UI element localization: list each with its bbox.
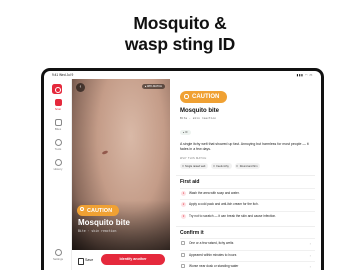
confirm-title: Confirm it xyxy=(180,229,204,236)
sidebar-item-label: Bites xyxy=(54,127,62,131)
headline-line-1: Mosquito & xyxy=(133,13,227,33)
chevron-right-icon: › xyxy=(309,252,311,258)
status-indicators: ▮▮▮ ◠ ▭ xyxy=(296,73,313,77)
tablet-device: 9:41 Wed Jul 9 ▮▮▮ ◠ ▭ Scan Bites Tools … xyxy=(41,68,324,270)
chevron-right-icon: › xyxy=(309,264,311,269)
sidebar-item-scan[interactable]: Scan xyxy=(47,99,69,111)
sidebar: Scan Bites Tools History Settings xyxy=(44,79,72,270)
bite-description: A single itchy welt that showed up fast.… xyxy=(180,142,309,151)
identify-another-button[interactable]: Identify another xyxy=(101,254,165,265)
caution-badge-large: CAUTION xyxy=(180,91,228,103)
id-chip: ● ID xyxy=(180,130,191,135)
sidebar-item-bites[interactable]: Bites xyxy=(47,119,69,131)
page-headline: Mosquito & wasp sting ID xyxy=(0,13,360,55)
checkbox-icon[interactable] xyxy=(181,252,185,257)
sidebar-item-settings[interactable]: Settings xyxy=(47,249,69,261)
bite-type: Bite · skin reaction xyxy=(180,116,217,120)
app-logo-icon[interactable] xyxy=(52,84,62,94)
sidebar-item-tools[interactable]: Tools xyxy=(47,139,69,151)
bite-photo: ‹ ● 98% MATCH CAUTION Mosquito bite Bite… xyxy=(72,79,170,270)
first-aid-section: First aid 1 Wash the area with soap and w… xyxy=(176,175,315,220)
scan-icon xyxy=(54,99,62,106)
chevron-right-icon: › xyxy=(309,241,311,246)
why-chip: Single raised welt xyxy=(180,163,209,169)
checkbox-icon[interactable] xyxy=(181,241,185,246)
first-aid-title: First aid xyxy=(180,179,200,185)
why-chips: Single raised welt Feels itchy Round and… xyxy=(180,163,315,169)
headline-line-2: wasp sting ID xyxy=(124,34,236,54)
photo-bite-name: Mosquito bite xyxy=(78,218,130,227)
save-button[interactable]: Save xyxy=(76,255,98,265)
bite-title: Mosquito bite xyxy=(180,108,219,114)
sidebar-item-label: Tools xyxy=(54,147,62,151)
clock-icon xyxy=(54,159,62,166)
first-aid-step: 2 Apply a cold pack and anti-itch cream f… xyxy=(180,199,315,208)
why-label: WHY THIS MATCH xyxy=(180,157,207,160)
sidebar-item-label: Scan xyxy=(54,107,62,111)
sidebar-item-label: History xyxy=(53,167,63,171)
gear-icon xyxy=(54,249,62,256)
status-time: 9:41 xyxy=(52,73,59,77)
warning-icon xyxy=(184,94,189,99)
why-chip: Round and firm xyxy=(234,163,261,169)
confirm-checkbox-row[interactable]: Appeared within minutes to hours › xyxy=(180,249,315,259)
details-panel: CAUTION Mosquito bite Bite · skin reacti… xyxy=(170,79,321,270)
sidebar-item-history[interactable]: History xyxy=(47,159,69,171)
tools-icon xyxy=(54,139,62,146)
back-button[interactable]: ‹ xyxy=(76,83,85,92)
first-aid-step: 3 Try not to scratch — it can break the s… xyxy=(180,210,315,220)
checkbox-icon[interactable] xyxy=(181,264,185,269)
status-date: Wed Jul 9 xyxy=(59,73,74,77)
tablet-screen: 9:41 Wed Jul 9 ▮▮▮ ◠ ▭ Scan Bites Tools … xyxy=(44,71,321,270)
sidebar-item-label: Settings xyxy=(52,257,64,261)
confirm-checkbox-row[interactable]: Worse near dusk or standing water › xyxy=(180,261,315,270)
bug-icon xyxy=(54,119,62,126)
photo-actions: Save Identify another xyxy=(72,250,170,270)
status-bar: 9:41 Wed Jul 9 ▮▮▮ ◠ ▭ xyxy=(44,71,321,79)
confirm-section: Confirm it One or a few raised, itchy we… xyxy=(176,225,315,270)
caution-badge: CAUTION xyxy=(77,205,120,216)
first-aid-step: 1 Wash the area with soap and water. xyxy=(180,187,315,197)
warning-icon xyxy=(80,207,84,211)
match-badge: ● 98% MATCH xyxy=(141,84,165,90)
why-chip: Feels itchy xyxy=(211,163,232,169)
photo-bite-type: Bite · skin reaction xyxy=(78,229,117,233)
confirm-checkbox-row[interactable]: One or a few raised, itchy welts › xyxy=(180,238,315,247)
bite-mark xyxy=(101,150,109,155)
